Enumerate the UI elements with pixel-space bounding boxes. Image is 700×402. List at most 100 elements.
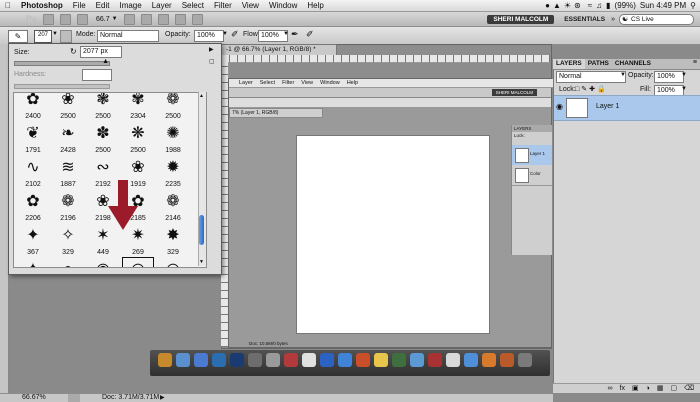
screen-mode-icon[interactable] bbox=[191, 13, 203, 25]
menu-edit[interactable]: Edit bbox=[91, 0, 115, 11]
layer-row[interactable]: ◉ Layer 1 bbox=[554, 95, 700, 121]
volume-icon[interactable]: ♫ bbox=[596, 1, 602, 10]
eye-icon[interactable]: ◉ bbox=[556, 102, 563, 111]
brush-preset-cell[interactable]: ●177 bbox=[52, 257, 84, 267]
brush-preset-cell[interactable]: ✧ 329 bbox=[52, 223, 84, 257]
brush-shape-icon: ✦ bbox=[26, 227, 40, 244]
panel-menu-icon[interactable]: ≡ bbox=[693, 59, 700, 69]
menu-window[interactable]: Window bbox=[264, 0, 302, 11]
add-mask-icon[interactable]: ▣ bbox=[632, 384, 639, 393]
battery-icon[interactable]: ▮ bbox=[606, 1, 610, 10]
brush-preset-picker[interactable]: 207 bbox=[34, 30, 52, 43]
menu-file[interactable]: File bbox=[68, 0, 91, 11]
blend-mode-chevron-icon[interactable]: ▼ bbox=[620, 72, 626, 78]
chevron-down-icon[interactable]: ▼ bbox=[112, 16, 118, 22]
layers-opacity-chevron-icon[interactable]: ▼ bbox=[681, 72, 687, 78]
menu-select[interactable]: Select bbox=[177, 0, 209, 11]
popup-menu-arrow-icon[interactable]: ▶ bbox=[209, 46, 214, 53]
layer-name[interactable]: Layer 1 bbox=[596, 103, 619, 110]
brush-preset-cell[interactable]: ✦367 bbox=[17, 223, 49, 257]
arrange-documents-icon[interactable] bbox=[174, 13, 186, 25]
apple-icon[interactable]:  bbox=[0, 0, 16, 11]
menu-filter[interactable]: Filter bbox=[209, 0, 237, 11]
essentials-button[interactable]: ESSENTIALS bbox=[560, 15, 609, 24]
cs-live-search[interactable]: ☯ CS Live bbox=[619, 13, 694, 25]
reset-size-icon[interactable]: ↻ bbox=[70, 47, 77, 56]
scroll-up-icon[interactable]: ▲ bbox=[199, 93, 204, 99]
size-field[interactable]: 2077 px bbox=[80, 46, 122, 58]
menu-view[interactable]: View bbox=[237, 0, 264, 11]
brush-preset-cell[interactable]: ◉197 bbox=[87, 257, 119, 267]
hand-tool-icon[interactable] bbox=[123, 13, 135, 25]
menu-help[interactable]: Help bbox=[302, 0, 328, 11]
blend-mode-select[interactable]: Normal bbox=[556, 71, 626, 83]
brush-preset-cell[interactable]: ❋ 2500 bbox=[122, 121, 154, 155]
menu-image[interactable]: Image bbox=[114, 0, 146, 11]
brush-preset-cell[interactable]: ✹ 2235 bbox=[157, 155, 189, 189]
hardness-field[interactable] bbox=[82, 69, 112, 81]
mode-label: Mode: bbox=[76, 31, 96, 38]
scrollbar-thumb[interactable] bbox=[199, 215, 204, 245]
brush-preset-cell[interactable]: ≋ 1887 bbox=[52, 155, 84, 189]
brush-preset-cell[interactable]: ❀ 2500 bbox=[52, 93, 84, 121]
lock-icons[interactable]: □✎✚🔒 bbox=[575, 85, 608, 93]
trash-icon[interactable]: ⌫ bbox=[684, 384, 694, 393]
document-canvas[interactable] bbox=[296, 135, 490, 334]
clock[interactable]: Sun 4:49 PM bbox=[640, 1, 686, 10]
brush-preset-cell[interactable]: ✽ 2500 bbox=[87, 121, 119, 155]
pressure-opacity-icon[interactable]: ✐ bbox=[231, 29, 239, 40]
brush-preset-cell[interactable]: ✺ 1988 bbox=[157, 121, 189, 155]
brush-picker-chevron-icon[interactable]: ▼ bbox=[52, 31, 58, 37]
brush-preset-cell[interactable]: ❧ 2428 bbox=[52, 121, 84, 155]
brush-preset-cell[interactable]: ◎2077 bbox=[157, 257, 189, 267]
hardness-slider[interactable] bbox=[14, 84, 110, 89]
wifi-icon[interactable]: ≈ bbox=[588, 1, 592, 10]
mini-bridge-icon[interactable] bbox=[60, 13, 72, 25]
new-preset-icon[interactable]: ▢ bbox=[209, 58, 215, 65]
brush-preset-cell[interactable]: ✾ 2304 bbox=[122, 93, 154, 121]
view-extras-icon[interactable] bbox=[77, 13, 89, 25]
zoom-level[interactable]: 66.7 bbox=[96, 16, 110, 23]
brush-preset-cell[interactable]: ❁ 2500 bbox=[157, 93, 189, 121]
size-slider[interactable] bbox=[14, 61, 110, 66]
menu-app-name[interactable]: Photoshop bbox=[16, 0, 68, 11]
brush-preset-cell[interactable]: ✸ 329 bbox=[157, 223, 189, 257]
flow-chevron-icon[interactable]: ▼ bbox=[283, 31, 289, 37]
brush-preset-cell[interactable]: ✦367 bbox=[17, 257, 49, 267]
bridge-icon[interactable] bbox=[43, 13, 55, 25]
fill-chevron-icon[interactable]: ▼ bbox=[681, 86, 687, 92]
brush-tool-icon[interactable]: ✎ bbox=[8, 30, 28, 43]
tab-channels[interactable]: CHANNELS bbox=[612, 59, 654, 69]
brush-preset-cell[interactable]: ✿ 2206 bbox=[17, 189, 49, 223]
adjustment-layer-icon[interactable]: ◑ bbox=[646, 384, 650, 393]
brush-preset-cell[interactable]: ∿ 2102 bbox=[17, 155, 49, 189]
workspace-menu-icon[interactable]: » bbox=[611, 16, 615, 23]
new-group-icon[interactable]: ▦ bbox=[657, 384, 664, 393]
rotate-view-icon[interactable] bbox=[157, 13, 169, 25]
size-slider-thumb[interactable]: ▲ bbox=[102, 58, 109, 65]
zoom-tool-icon[interactable] bbox=[140, 13, 152, 25]
pressure-size-icon[interactable]: ✐ bbox=[306, 29, 314, 40]
brush-preset-cell[interactable]: ❃ 2500 bbox=[87, 93, 119, 121]
brush-preset-cell[interactable]: ❁ 2196 bbox=[52, 189, 84, 223]
spotlight-icon[interactable]: ⚲ bbox=[690, 1, 696, 10]
brush-preset-cell[interactable]: ◎2077 bbox=[122, 257, 154, 267]
brush-panel-toggle-icon[interactable] bbox=[60, 30, 72, 43]
tab-paths[interactable]: PATHS bbox=[585, 59, 612, 69]
tab-layers[interactable]: LAYERS bbox=[553, 59, 585, 69]
scroll-down-icon[interactable]: ▼ bbox=[199, 259, 204, 265]
user-workspace-button[interactable]: SHERI MALCOLM bbox=[487, 14, 555, 24]
opacity-chevron-icon[interactable]: ▼ bbox=[222, 31, 228, 37]
menu-layer[interactable]: Layer bbox=[147, 0, 177, 11]
opacity-field[interactable]: 100% bbox=[194, 30, 224, 42]
status-icons[interactable]: ●▲☀⊛ bbox=[545, 1, 584, 10]
fx-icon[interactable]: fx bbox=[620, 384, 625, 393]
link-layers-icon[interactable]: ∞ bbox=[608, 384, 613, 393]
brush-preset-cell[interactable]: ❁ 2146 bbox=[157, 189, 189, 223]
airbrush-icon[interactable]: ✒ bbox=[291, 29, 299, 40]
brush-preset-cell[interactable]: ❦ 1791 bbox=[17, 121, 49, 155]
brush-preset-cell[interactable]: ✿ 2400 bbox=[17, 93, 49, 121]
mode-select[interactable]: Normal bbox=[97, 30, 159, 42]
layers-opacity-field[interactable]: 100% bbox=[654, 71, 684, 83]
new-layer-icon[interactable]: ▢ bbox=[670, 384, 677, 393]
